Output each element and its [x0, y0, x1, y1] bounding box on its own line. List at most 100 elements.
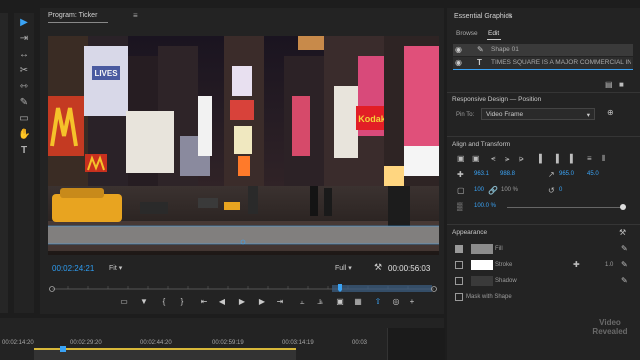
hand-tool-icon[interactable]: ✋ [18, 129, 30, 141]
align-horizontal-frame-icon[interactable]: ▣ [472, 154, 480, 163]
razor-tool-icon[interactable]: ✂ [18, 65, 30, 77]
step-back-icon[interactable]: ◀ [216, 296, 228, 308]
eye-icon[interactable]: ◉ [455, 45, 462, 54]
align-left-icon[interactable]: ▌ [539, 154, 545, 163]
trash-icon[interactable]: ■ [619, 80, 624, 89]
playhead-scrubber[interactable] [48, 284, 438, 294]
align-vertical-frame-icon[interactable]: ▣ [457, 154, 465, 163]
pin-to-dropdown[interactable]: Video Frame ▾ [481, 108, 595, 120]
tab-edit[interactable]: Edit [488, 30, 499, 37]
opacity-icon: ▒ [457, 202, 463, 211]
eyedropper-icon[interactable]: ✎ [621, 260, 628, 269]
eyedropper-icon[interactable]: ✎ [621, 276, 628, 285]
selection-line [453, 69, 633, 70]
anchor-x-value[interactable]: 965.0 [559, 171, 574, 177]
eye-icon[interactable]: ◉ [455, 58, 462, 67]
distribute-vertical-icon[interactable]: ≡ [587, 154, 592, 163]
program-monitor-tab[interactable]: Program: Ticker [48, 12, 97, 19]
marker-icon[interactable]: ▼ [138, 296, 150, 308]
watermark-line: Video [599, 318, 621, 327]
layer-row[interactable]: ◉ ✎ Shape 01 [453, 44, 633, 56]
scale-value[interactable]: 100 [474, 187, 484, 193]
distribute-horizontal-icon[interactable]: ⦀ [602, 154, 606, 164]
rotation-value[interactable]: 0 [559, 187, 562, 193]
track-select-tool-icon[interactable]: ⇥ [18, 33, 30, 45]
lower-third-shape [48, 226, 439, 244]
settings-wrench-icon[interactable]: ⚒ [374, 262, 382, 273]
comparison-view-icon[interactable]: ▦ [352, 296, 364, 308]
pin-edges-icon[interactable]: ⊕ [607, 108, 614, 117]
go-to-out-icon[interactable]: ⇥ [274, 296, 286, 308]
timeline-clip[interactable] [34, 350, 296, 360]
extract-icon[interactable]: ⫡ [314, 296, 326, 308]
go-to-in-icon[interactable]: ⇤ [198, 296, 210, 308]
panel-menu-icon[interactable]: ≡ [133, 11, 138, 20]
rectangle-tool-icon[interactable]: ▭ [18, 113, 30, 125]
align-center-icon[interactable]: ▐ [553, 154, 559, 163]
tab-underline [48, 22, 108, 23]
opacity-value[interactable]: 100.0 % [474, 203, 496, 209]
add-stroke-icon[interactable]: ✚ [573, 260, 580, 269]
eyedropper-icon[interactable]: ✎ [621, 244, 628, 253]
shadow-color-swatch[interactable] [471, 276, 493, 286]
tools-panel: ▶ ⇥ ↔ ✂ ⇿ ✎ ▭ ✋ T [14, 13, 34, 313]
audio-meters [387, 328, 445, 360]
work-area-bar[interactable] [34, 348, 296, 350]
chevron-down-icon: ▾ [348, 265, 352, 272]
active-tab-underline [487, 39, 501, 40]
ruler-label: 00:03:14:19 [282, 340, 314, 346]
playhead-marker[interactable] [60, 346, 66, 352]
align-top-icon[interactable]: ⪪ [491, 154, 496, 164]
anchor-y-value[interactable]: 45.0 [587, 171, 599, 177]
fill-checkbox[interactable] [455, 245, 463, 253]
safe-margins-icon[interactable]: ▭ [118, 296, 130, 308]
slip-tool-icon[interactable]: ⇿ [18, 81, 30, 93]
play-icon[interactable]: ▶ [236, 296, 248, 308]
pen-tool-icon[interactable]: ✎ [18, 97, 30, 109]
wrench-icon[interactable]: ⚒ [619, 228, 626, 237]
align-right-icon[interactable]: ▐ [567, 154, 573, 163]
align-middle-icon[interactable]: ⪫ [505, 154, 510, 164]
divider [447, 136, 640, 137]
position-y-value[interactable]: 988.8 [500, 171, 515, 177]
uniform-scale-link-icon[interactable]: 🔗 [488, 186, 498, 195]
app-window: ▶ ⇥ ↔ ✂ ⇿ ✎ ▭ ✋ T Program: Ticker ≡ Koda… [0, 0, 640, 360]
fill-label: Fill [495, 246, 503, 252]
scrubber-track[interactable] [48, 284, 438, 294]
shadow-checkbox[interactable] [455, 277, 463, 285]
kodak-sign: Kodak [358, 114, 387, 124]
selection-tool-icon[interactable]: ▶ [18, 17, 30, 29]
essential-graphics-title[interactable]: Essential Graphics [454, 13, 512, 20]
panel-menu-icon[interactable]: ≡ [507, 11, 512, 20]
opacity-slider-handle[interactable] [620, 204, 626, 210]
pin-to-label: Pin To: [456, 112, 475, 118]
opacity-slider[interactable] [507, 207, 623, 208]
ripple-edit-tool-icon[interactable]: ↔ [18, 49, 30, 61]
zoom-level-dropdown[interactable]: Fit ▾ [109, 264, 122, 272]
ruler-label: 00:02:14:20 [2, 340, 34, 346]
current-timecode[interactable]: 00:02:24:21 [52, 264, 94, 273]
type-tool-icon[interactable]: T [18, 145, 30, 157]
times-square-scene: Kodak LIVES [48, 36, 439, 255]
mark-in-icon[interactable]: { [158, 296, 170, 308]
button-editor-icon[interactable]: + [406, 296, 418, 308]
stroke-width-value[interactable]: 1.0 [605, 262, 613, 268]
stroke-color-swatch[interactable] [471, 260, 493, 270]
layer-row-selected[interactable]: ◉ T TIMES SQUARE IS A MAJOR COMMERCIAL I… [453, 57, 633, 69]
export-frame-icon[interactable]: ⇧ [372, 296, 384, 308]
tab-browse[interactable]: Browse [456, 30, 478, 37]
step-forward-icon[interactable]: ▶ [256, 296, 268, 308]
resolution-dropdown[interactable]: Full ▾ [335, 264, 352, 272]
mask-with-shape-checkbox[interactable] [455, 293, 463, 301]
stroke-checkbox[interactable] [455, 261, 463, 269]
camera-icon[interactable]: ▣ [334, 296, 346, 308]
vr-view-icon[interactable]: ◎ [390, 296, 402, 308]
anchor-point-icon: ↗ [548, 170, 555, 179]
mark-out-icon[interactable]: } [176, 296, 188, 308]
new-layer-icon[interactable]: ▤ [605, 80, 613, 89]
lift-icon[interactable]: ⫠ [296, 296, 308, 308]
fill-color-swatch[interactable] [471, 244, 493, 254]
appearance-header: Appearance [452, 229, 488, 236]
position-x-value[interactable]: 963.1 [474, 171, 489, 177]
align-bottom-icon[interactable]: ⪩ [519, 154, 524, 164]
